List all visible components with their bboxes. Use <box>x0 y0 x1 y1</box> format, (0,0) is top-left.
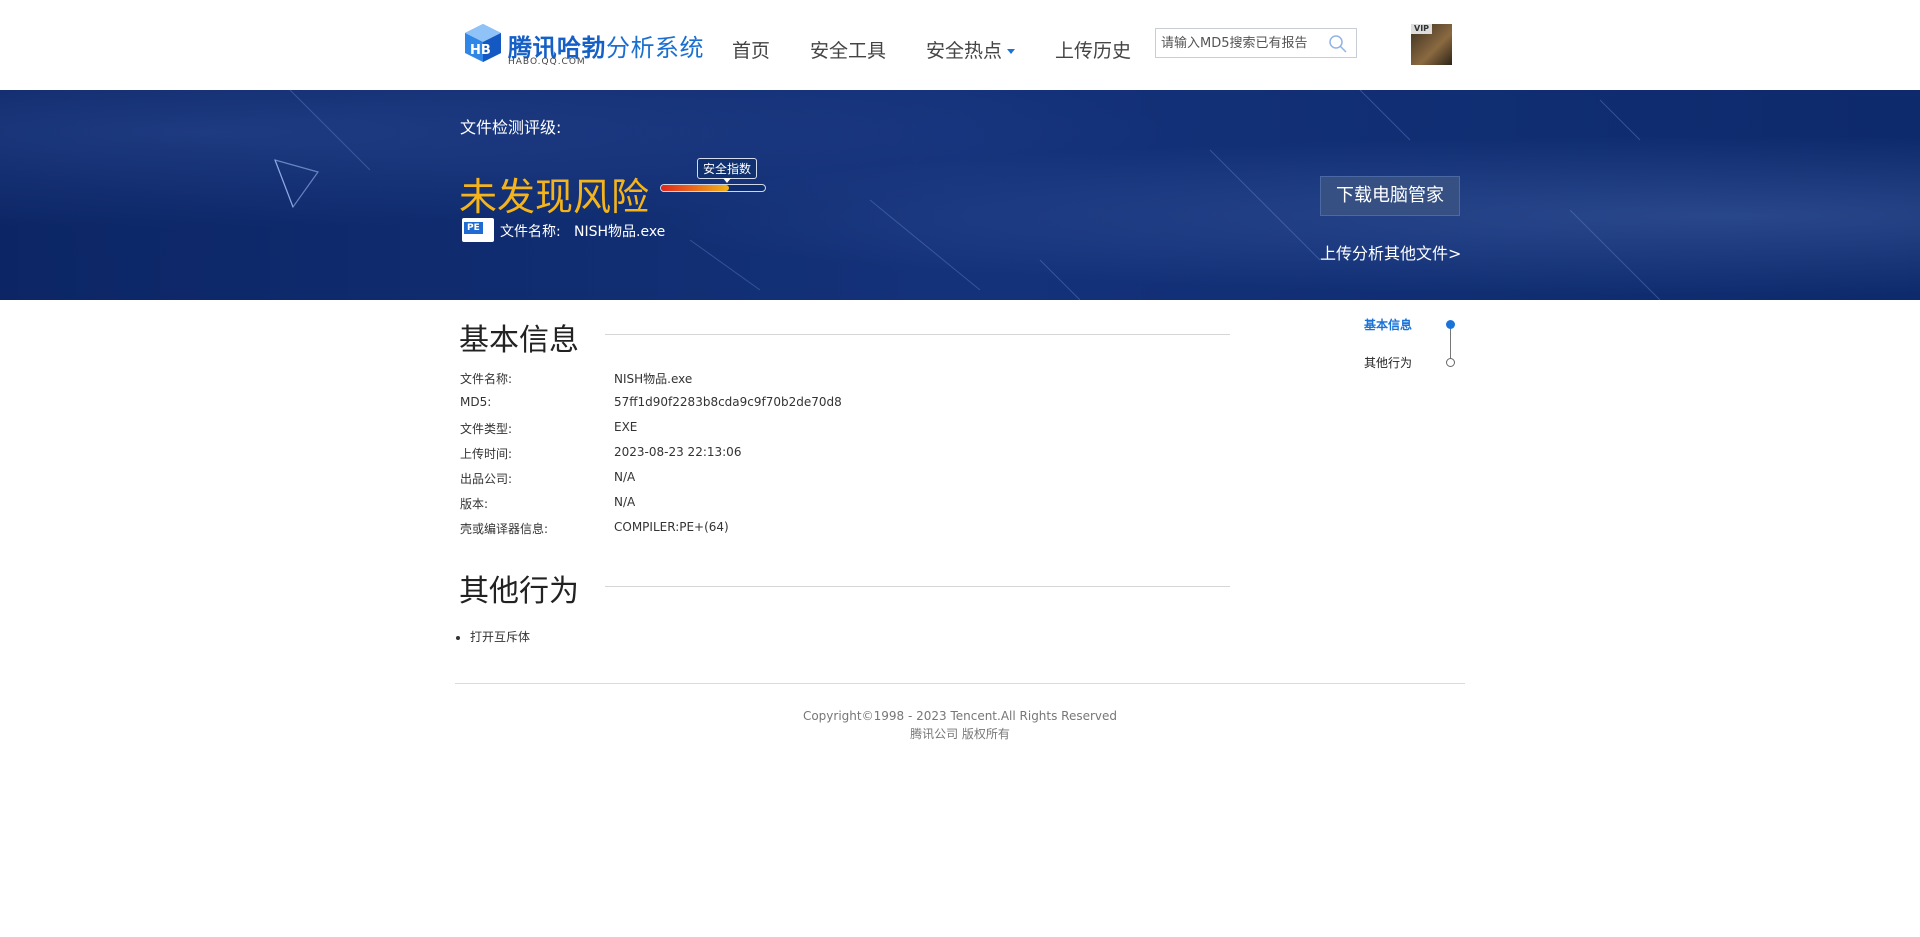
info-key: MD5: <box>460 395 492 409</box>
upload-other-file-link[interactable]: 上传分析其他文件> <box>1320 240 1461 264</box>
user-avatar[interactable]: VIP <box>1411 24 1452 65</box>
search-icon[interactable] <box>1328 34 1348 54</box>
download-pc-manager-button[interactable]: 下载电脑管家 <box>1320 176 1460 216</box>
top-header: HB 腾讯哈勃分析系统 HABO.QQ.COM 首页 安全工具 安全热点 上传历… <box>0 0 1920 90</box>
logo-subtitle: HABO.QQ.COM <box>508 57 586 67</box>
side-nav-dot-active[interactable] <box>1446 320 1455 329</box>
svg-text:HB: HB <box>470 43 491 58</box>
info-value: COMPILER:PE+(64) <box>614 520 729 534</box>
logo-title-rest: 分析系统 <box>606 34 704 62</box>
info-value: N/A <box>614 470 636 484</box>
other-behavior-title: 其他行为 <box>459 566 587 610</box>
side-nav-track <box>1450 326 1451 362</box>
behavior-item: 打开互斥体 <box>470 628 530 645</box>
md5-search-input[interactable] <box>1161 33 1321 53</box>
safety-index-meter <box>660 184 766 192</box>
chevron-down-icon <box>1007 49 1016 54</box>
footer-copyright: Copyright©1998 - 2023 Tencent.All Rights… <box>802 709 1118 723</box>
side-nav-dot[interactable] <box>1446 358 1455 367</box>
file-name-value: NISH物品.exe <box>574 224 666 240</box>
pe-file-icon: PE <box>462 218 494 242</box>
basic-info-title: 基本信息 <box>459 315 587 359</box>
file-name-label: 文件名称: <box>500 224 561 240</box>
info-value: 2023-08-23 22:13:06 <box>614 445 742 459</box>
nav-security-hotspots-label: 安全热点 <box>926 40 1003 62</box>
safety-index-fill <box>661 185 729 191</box>
pe-file-icon-label: PE <box>464 222 483 234</box>
habo-logo[interactable]: HB 腾讯哈勃分析系统 HABO.QQ.COM <box>463 20 704 72</box>
vip-badge: VIP <box>1411 24 1433 34</box>
risk-result: 未发现风险 <box>459 175 650 219</box>
behavior-list: 打开互斥体 <box>470 628 530 645</box>
search-box <box>1155 28 1357 58</box>
footer-divider <box>455 683 1465 684</box>
nav-home[interactable]: 首页 <box>732 36 770 63</box>
info-value: EXE <box>614 420 638 434</box>
info-key: 文件类型: <box>460 422 513 436</box>
info-key: 上传时间: <box>460 447 513 461</box>
info-key: 版本: <box>460 497 489 511</box>
nav-security-hotspots[interactable]: 安全热点 <box>926 36 1016 63</box>
habo-logo-icon: HB <box>465 24 501 62</box>
info-key: 壳或编译器信息: <box>460 522 549 536</box>
info-key: 出品公司: <box>460 472 513 486</box>
section-divider <box>605 334 1230 335</box>
section-divider <box>605 586 1230 587</box>
side-nav-item[interactable]: 其他行为 <box>1364 354 1412 371</box>
banner-decoration <box>274 90 1661 300</box>
footer-owner: 腾讯公司 版权所有 <box>910 727 1010 741</box>
info-value: 57ff1d90f2283b8cda9c9f70b2de70d8 <box>614 395 842 409</box>
result-banner: 文件检测评级: 未发现风险 安全指数 PE 文件名称: NISH物品.exe 下… <box>0 90 1920 300</box>
nav-upload-history[interactable]: 上传历史 <box>1055 36 1131 63</box>
rating-label: 文件检测评级: <box>460 118 562 137</box>
info-value: NISH物品.exe <box>614 372 693 386</box>
main-nav: 首页 安全工具 安全热点 上传历史 <box>732 36 1171 63</box>
side-nav-item[interactable]: 基本信息 <box>1364 316 1412 333</box>
safety-index-tag: 安全指数 <box>697 158 758 183</box>
info-key: 文件名称: <box>460 372 513 386</box>
info-value: N/A <box>614 495 636 509</box>
nav-security-tools[interactable]: 安全工具 <box>810 36 886 63</box>
